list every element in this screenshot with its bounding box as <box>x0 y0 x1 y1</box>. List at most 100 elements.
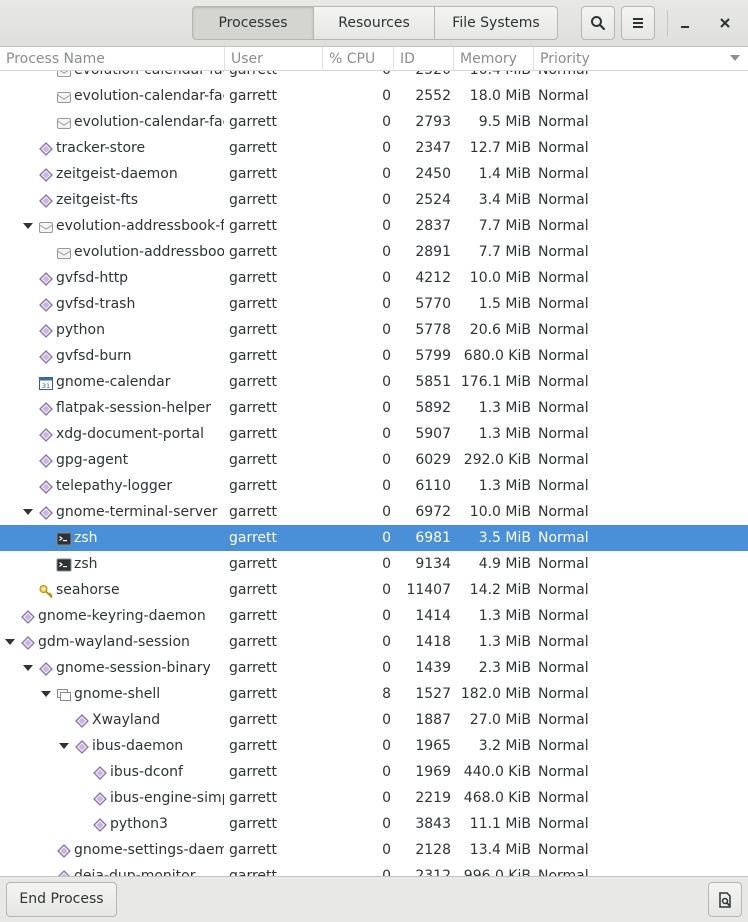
process-id: 5799 <box>415 348 451 364</box>
process-user: garrett <box>229 712 278 728</box>
process-name-cell: zsh <box>0 551 224 577</box>
process-row[interactable]: evolution-calendar-fact garrett 0 2552 18.0 … <box>0 83 748 109</box>
expander-arrow-icon[interactable] <box>23 223 33 229</box>
process-row[interactable]: telepathy-logger garrett 0 6110 1.3 MiB Norma… <box>0 473 748 499</box>
process-priority: Normal <box>538 166 589 182</box>
column-process-name[interactable]: Process Name <box>0 47 225 71</box>
process-cpu: 8 <box>382 686 391 702</box>
process-row[interactable]: python3 garrett 0 3843 11.1 MiB Normal <box>0 811 748 837</box>
process-name: evolution-calendar-fact <box>74 114 224 130</box>
process-cpu: 0 <box>382 140 391 156</box>
process-cpu: 0 <box>382 738 391 754</box>
column-id[interactable]: ID <box>394 47 454 71</box>
process-user: garrett <box>229 244 278 260</box>
process-name: gnome-keyring-daemon <box>38 608 206 624</box>
process-row[interactable]: ibus-daemon garrett 0 1965 3.2 MiB Normal <box>0 733 748 759</box>
column-user[interactable]: User <box>225 47 323 71</box>
process-row[interactable]: gvfsd-http garrett 0 4212 10.0 MiB Normal <box>0 265 748 291</box>
process-row[interactable]: gnome-terminal-server garrett 0 6972 10.0 Mi… <box>0 499 748 525</box>
tab-processes[interactable]: Processes <box>192 6 314 40</box>
process-row[interactable]: gnome-keyring-daemon garrett 0 1414 1.3 MiB N… <box>0 603 748 629</box>
process-row[interactable]: zeitgeist-daemon garrett 0 2450 1.4 MiB Norma… <box>0 161 748 187</box>
process-name-cell: tracker-store <box>0 135 224 161</box>
process-row[interactable]: evolution-calendar-fact garrett02520 10.4 … <box>0 71 748 83</box>
process-user: garrett <box>229 296 278 312</box>
process-row[interactable]: 31 gnome-calendar garrett 0 5851 176.1 MiB Nor… <box>0 369 748 395</box>
end-process-button[interactable]: End Process <box>6 882 117 917</box>
tab-resources[interactable]: Resources <box>313 6 435 40</box>
process-memory: 996.0 KiB <box>463 868 531 876</box>
column-header: Process Name User % CPU ID Memory Priori… <box>0 47 748 71</box>
view-switcher: Processes Resources File Systems <box>192 6 558 40</box>
process-priority: Normal <box>538 686 589 702</box>
process-name: python3 <box>110 816 168 832</box>
process-cpu: 0 <box>382 634 391 650</box>
column-cpu[interactable]: % CPU <box>323 47 394 71</box>
process-row[interactable]: seahorse garrett 0 11407 14.2 MiB Normal <box>0 577 748 603</box>
search-button[interactable] <box>581 6 615 40</box>
expander-arrow-icon[interactable] <box>23 509 33 515</box>
process-row[interactable]: ibus-engine-simpl garrett 0 2219 468.0 KiB No… <box>0 785 748 811</box>
executable-icon <box>74 738 90 754</box>
process-properties-button[interactable] <box>708 882 742 917</box>
process-priority: Normal <box>538 764 589 780</box>
process-memory: 1.3 MiB <box>478 634 531 650</box>
process-memory: 18.0 MiB <box>469 88 531 104</box>
process-row[interactable]: gpg-agent garrett 0 6029 292.0 KiB Normal <box>0 447 748 473</box>
expander-arrow-icon[interactable] <box>59 743 69 749</box>
process-name: ibus-engine-simpl <box>110 790 224 806</box>
process-memory: 14.2 MiB <box>469 582 531 598</box>
process-user: garrett <box>229 192 278 208</box>
process-name-cell: gdm-wayland-session <box>0 629 224 655</box>
process-name: deja-dup-monitor <box>74 868 196 876</box>
tab-file-systems[interactable]: File Systems <box>434 6 558 40</box>
process-id: 1414 <box>415 608 451 624</box>
process-row[interactable]: gvfsd-trash garrett 0 5770 1.5 MiB Normal <box>0 291 748 317</box>
expander-arrow-icon[interactable] <box>41 691 51 697</box>
process-name-cell: zeitgeist-daemon <box>0 161 224 187</box>
column-priority[interactable]: Priority <box>534 47 748 71</box>
process-cpu: 0 <box>382 712 391 728</box>
process-row[interactable]: evolution-addressbook-garrett 0 2891 7.7 Mi… <box>0 239 748 265</box>
process-row[interactable]: gnome-session-binary garrett 0 1439 2.3 MiB N… <box>0 655 748 681</box>
process-id: 4212 <box>415 270 451 286</box>
menu-button[interactable] <box>621 6 655 40</box>
process-row[interactable]: gvfsd-burn garrett 0 5799 680.0 KiB Normal <box>0 343 748 369</box>
process-priority: Normal <box>538 71 638 83</box>
process-row[interactable]: evolution-addressbook-fac garrett 0 2837 7.7… <box>0 213 748 239</box>
process-row[interactable]: evolution-calendar-fact garrett 0 2793 9.5 M… <box>0 109 748 135</box>
process-row[interactable]: zeitgeist-fts garrett 0 2524 3.4 MiB Normal <box>0 187 748 213</box>
hamburger-menu-icon <box>633 18 643 28</box>
process-row[interactable]: gnome-shell garrett 8 1527 182.0 MiB Normal <box>0 681 748 707</box>
column-memory[interactable]: Memory <box>454 47 534 71</box>
process-name-cell: ibus-daemon <box>0 733 224 759</box>
process-list[interactable]: evolution-calendar-factgarrett0252010.4 … <box>0 71 748 876</box>
process-user: garrett <box>229 400 278 416</box>
envelope-icon <box>56 88 72 104</box>
close-button[interactable] <box>708 6 742 40</box>
process-row[interactable]: zsh garrett 0 6981 3.5 MiB Normal <box>0 525 748 551</box>
process-name: xdg-document-portal <box>56 426 204 442</box>
process-id: 5770 <box>415 296 451 312</box>
process-row[interactable]: Xwayland garrett 0 1887 27.0 MiB Normal <box>0 707 748 733</box>
expander-arrow-icon[interactable] <box>5 639 15 645</box>
process-id: 11407 <box>406 582 451 598</box>
process-row[interactable]: deja-dup-monitor garrett 0 2312 996.0 KiB Nor… <box>0 863 748 876</box>
process-row[interactable]: gdm-wayland-session garrett 0 1418 1.3 MiB No… <box>0 629 748 655</box>
process-user: garrett <box>229 452 278 468</box>
process-name-cell: telepathy-logger <box>0 473 224 499</box>
sort-descending-icon <box>730 55 740 61</box>
process-row[interactable]: gnome-settings-daemo garrett 0 2128 13.4 MiB… <box>0 837 748 863</box>
process-row[interactable]: python garrett 0 5778 20.6 MiB Normal <box>0 317 748 343</box>
expander-arrow-icon[interactable] <box>23 665 33 671</box>
process-name-cell: zsh <box>0 525 224 551</box>
process-name-cell: xdg-document-portal <box>0 421 224 447</box>
process-row[interactable]: xdg-document-portal garrett 0 5907 1.3 MiB No… <box>0 421 748 447</box>
process-row[interactable]: ibus-dconf garrett 0 1969 440.0 KiB Normal <box>0 759 748 785</box>
process-row[interactable]: flatpak-session-helper garrett 0 5892 1.3 Mi… <box>0 395 748 421</box>
process-row[interactable]: zsh garrett 0 9134 4.9 MiB Normal <box>0 551 748 577</box>
process-row[interactable]: tracker-store garrett 0 2347 12.7 MiB Normal <box>0 135 748 161</box>
process-cpu: 0 <box>324 71 391 83</box>
minimize-button[interactable] <box>668 6 702 40</box>
key-icon <box>38 582 54 599</box>
